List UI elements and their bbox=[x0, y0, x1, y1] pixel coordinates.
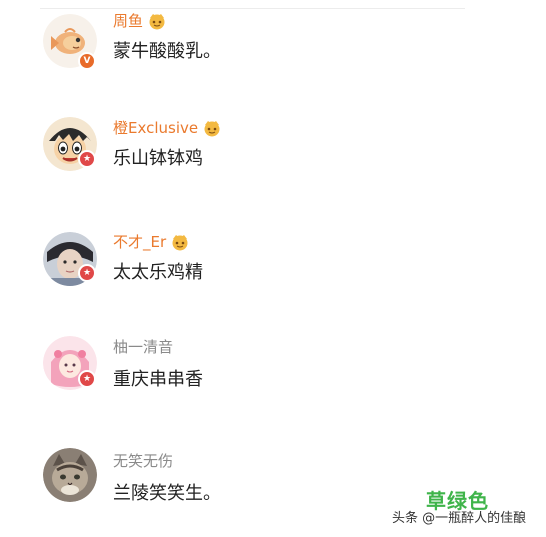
comment-text: 乐山钵钵鸡 bbox=[113, 148, 203, 169]
username-row: 不才_Er bbox=[113, 231, 191, 253]
comment-text: 重庆串串香 bbox=[113, 369, 203, 390]
username-row: 柚一清音 bbox=[113, 336, 173, 358]
username[interactable]: 无笑无伤 bbox=[113, 451, 173, 471]
comment-item: ★ 柚一清音 重庆串串香 bbox=[0, 333, 546, 423]
username-row: 周鱼 bbox=[113, 10, 168, 32]
cat-photo-avatar[interactable] bbox=[43, 448, 97, 502]
username-row: 无笑无伤 bbox=[113, 450, 173, 472]
star-badge-icon: ★ bbox=[78, 264, 96, 282]
star-badge-icon: ★ bbox=[78, 150, 96, 168]
watermark-credit: 头条 @一瓶醉人的佳酿 bbox=[392, 511, 527, 526]
comment-item: ★ 不才_Er 太太乐鸡精 bbox=[0, 227, 546, 317]
comment-item: V 周鱼 蒙牛酸酸乳。 bbox=[0, 8, 546, 98]
username-row: 橙Exclusive bbox=[113, 117, 223, 139]
comment-list: V 周鱼 蒙牛酸酸乳。 ★ 橙Exclusive 乐山钵钵鸡 ★ 不才_Er 太… bbox=[0, 0, 546, 537]
username[interactable]: 橙Exclusive bbox=[113, 118, 198, 138]
comment-text: 兰陵笑笑生。 bbox=[113, 483, 221, 504]
comment-item: ★ 橙Exclusive 乐山钵钵鸡 bbox=[0, 113, 546, 203]
vip-crown-icon bbox=[201, 119, 223, 137]
star-badge-icon: ★ bbox=[78, 370, 96, 388]
vip-crown-icon bbox=[169, 233, 191, 251]
username[interactable]: 周鱼 bbox=[113, 11, 143, 31]
verified-v-icon: V bbox=[78, 52, 96, 70]
username[interactable]: 柚一清音 bbox=[113, 337, 173, 357]
comment-text: 蒙牛酸酸乳。 bbox=[113, 41, 221, 62]
vip-crown-icon bbox=[146, 12, 168, 30]
username[interactable]: 不才_Er bbox=[113, 232, 166, 252]
comment-text: 太太乐鸡精 bbox=[113, 262, 203, 283]
